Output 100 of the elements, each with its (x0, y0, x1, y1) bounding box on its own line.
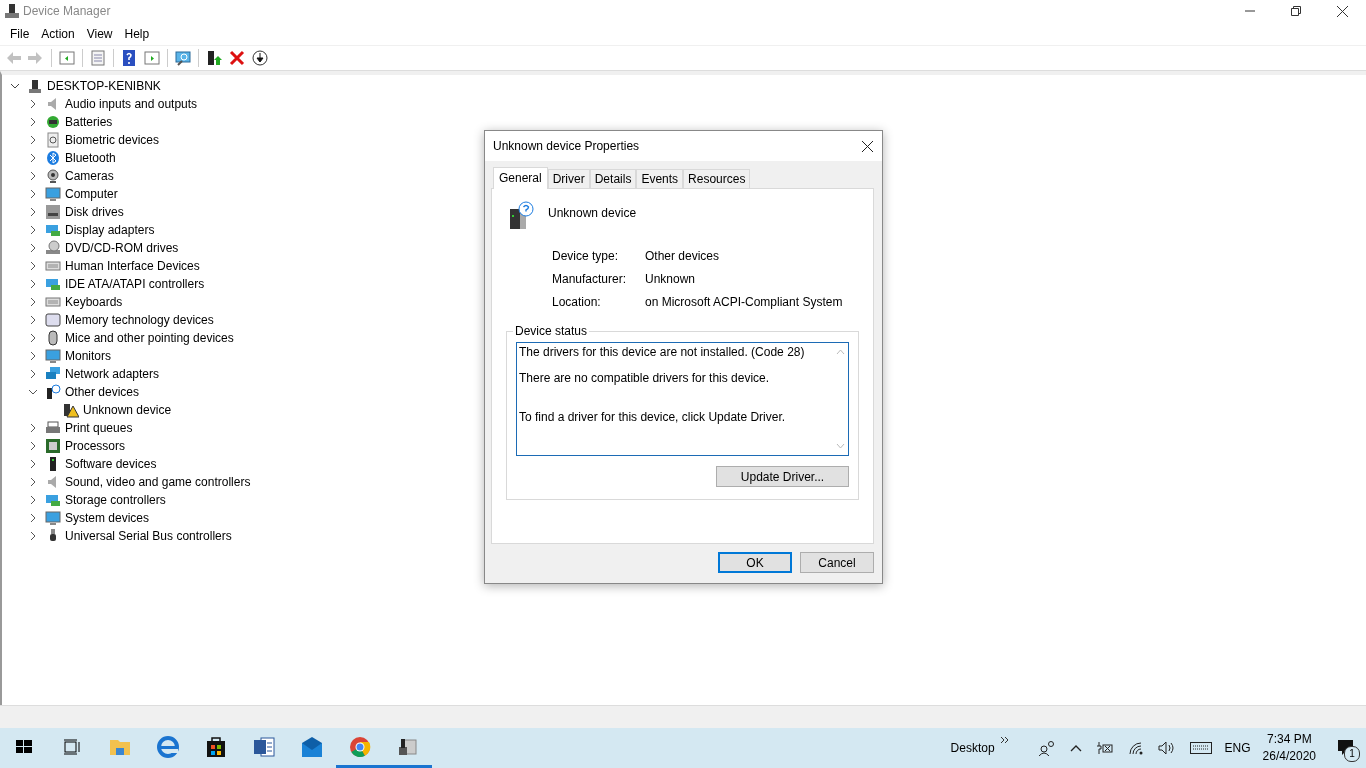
tree-item[interactable]: Memory technology devices (65, 313, 214, 327)
tab[interactable]: Driver (547, 169, 590, 188)
delete-icon[interactable] (229, 50, 245, 66)
expand-chevron-icon[interactable] (28, 441, 38, 451)
desktop-toolbar-label[interactable]: Desktop (944, 741, 1001, 755)
document-icon (252, 734, 276, 759)
close-icon[interactable] (1337, 5, 1348, 17)
tree-item[interactable]: Universal Serial Bus controllers (65, 529, 232, 543)
expand-chevron-icon[interactable] (28, 99, 38, 109)
tree-item[interactable]: Storage controllers (65, 493, 166, 507)
tree-item[interactable]: Disk drives (65, 205, 124, 219)
expand-chevron-icon[interactable] (28, 135, 38, 145)
tree-item[interactable]: Print queues (65, 421, 133, 435)
tree-item[interactable]: Sound, video and game controllers (65, 475, 251, 489)
tree-item[interactable]: Monitors (65, 349, 111, 363)
tree-item[interactable]: Computer (65, 187, 118, 201)
expand-chevron-icon[interactable] (28, 243, 38, 253)
tab[interactable]: General (493, 167, 548, 189)
expand-chevron-icon[interactable] (28, 225, 38, 235)
collapse-chevron-icon[interactable] (10, 81, 20, 91)
camera-icon (45, 168, 61, 184)
help-icon[interactable] (121, 50, 137, 66)
menu-item[interactable]: Help (118, 26, 156, 41)
tree-item[interactable]: Biometric devices (65, 133, 160, 147)
chevron-up-icon[interactable] (1069, 744, 1082, 752)
expand-chevron-icon[interactable] (28, 333, 38, 343)
expand-chevron-icon[interactable] (28, 477, 38, 487)
property-value: Other devices (645, 249, 721, 263)
group-title: Device status (513, 324, 590, 338)
menu-item[interactable]: View (80, 26, 119, 41)
expand-chevron-icon[interactable] (28, 459, 38, 469)
tab[interactable]: Resources (683, 169, 751, 188)
status-message: There are no compatible drivers for this device. (519, 371, 771, 385)
tree-item[interactable]: Human Interface Devices (65, 259, 200, 273)
expand-chevron-icon[interactable] (28, 423, 38, 433)
bluetooth-icon (45, 150, 61, 166)
tab[interactable]: Events (636, 169, 684, 188)
expand-chevron-icon[interactable] (28, 171, 38, 181)
tree-item[interactable]: System devices (65, 511, 150, 525)
menu-item[interactable]: File (4, 26, 36, 41)
pane-icon[interactable] (144, 50, 160, 66)
pane-icon[interactable] (59, 50, 75, 66)
tree-item[interactable]: Display adapters (65, 223, 155, 237)
property-value: Unknown (645, 272, 697, 286)
tree-item[interactable]: Batteries (65, 115, 113, 129)
expand-chevron-icon[interactable] (28, 495, 38, 505)
restore-icon[interactable] (1291, 6, 1301, 16)
expand-chevron-icon[interactable] (28, 279, 38, 289)
unknown-device-icon (508, 201, 534, 231)
monitor-search-icon[interactable] (175, 50, 191, 66)
expand-chevron-icon[interactable] (28, 351, 38, 361)
volume-icon[interactable] (1157, 741, 1176, 755)
expand-chevron-icon[interactable] (28, 369, 38, 379)
tree-item[interactable]: Audio inputs and outputs (65, 97, 198, 111)
keyboard-icon[interactable] (1189, 742, 1212, 754)
ok-button[interactable]: OK (718, 552, 792, 573)
tree-item[interactable]: Bluetooth (65, 151, 116, 165)
collapse-chevron-icon[interactable] (28, 387, 38, 397)
tree-item[interactable]: Unknown device (83, 403, 172, 417)
clock[interactable]: 7:34 PM 26/4/2020 (1256, 731, 1326, 765)
tab[interactable]: Details (589, 169, 637, 188)
tree-item[interactable]: Other devices (65, 385, 140, 399)
cancel-button[interactable]: Cancel (800, 552, 874, 573)
tree-item[interactable]: IDE ATA/ATAPI controllers (65, 277, 205, 291)
wifi-icon[interactable] (1127, 741, 1144, 755)
battery-icon (45, 114, 61, 130)
card-icon (45, 492, 61, 508)
update-driver-icon[interactable] (206, 50, 222, 66)
tree-item[interactable]: Network adapters (65, 367, 160, 381)
expand-chevron-icon[interactable] (28, 153, 38, 163)
keyboard-icon (45, 258, 61, 274)
expand-chevron-icon[interactable] (28, 531, 38, 541)
device-name: Unknown device (548, 205, 637, 220)
browser-icon (156, 734, 180, 759)
expand-chevron-icon[interactable] (28, 513, 38, 523)
expand-chevron-icon[interactable] (28, 297, 38, 307)
tree-item[interactable]: Keyboards (65, 295, 123, 309)
expand-chevron-icon[interactable] (28, 117, 38, 127)
update-driver-button[interactable]: Update Driver... (716, 466, 849, 487)
tree-item[interactable]: DVD/CD-ROM drives (65, 241, 179, 255)
expand-chevron-icon[interactable] (28, 189, 38, 199)
people-icon[interactable] (1037, 740, 1056, 756)
expand-chevron-icon[interactable] (28, 315, 38, 325)
tree-item[interactable]: Mice and other pointing devices (65, 331, 234, 345)
chip-icon (45, 438, 61, 454)
status-message: To find a driver for this device, click Update Driver. (519, 410, 787, 424)
language-indicator[interactable]: ENG (1218, 741, 1257, 755)
download-icon[interactable] (252, 50, 268, 66)
close-icon[interactable] (862, 140, 873, 152)
tree-item[interactable]: Software devices (65, 457, 157, 471)
battery-icon[interactable] (1095, 741, 1114, 755)
expand-chevron-icon[interactable] (28, 261, 38, 271)
tree-item[interactable]: Cameras (65, 169, 114, 183)
expand-chevron-icon[interactable] (28, 207, 38, 217)
menu-item[interactable]: Action (35, 26, 81, 41)
tree-item[interactable]: DESKTOP-KENIBNK (47, 79, 161, 93)
keyboard-icon (45, 294, 61, 310)
double-chevron-icon[interactable] (1000, 737, 1009, 743)
tree-item[interactable]: Processors (65, 439, 126, 453)
disc-icon (45, 240, 61, 256)
